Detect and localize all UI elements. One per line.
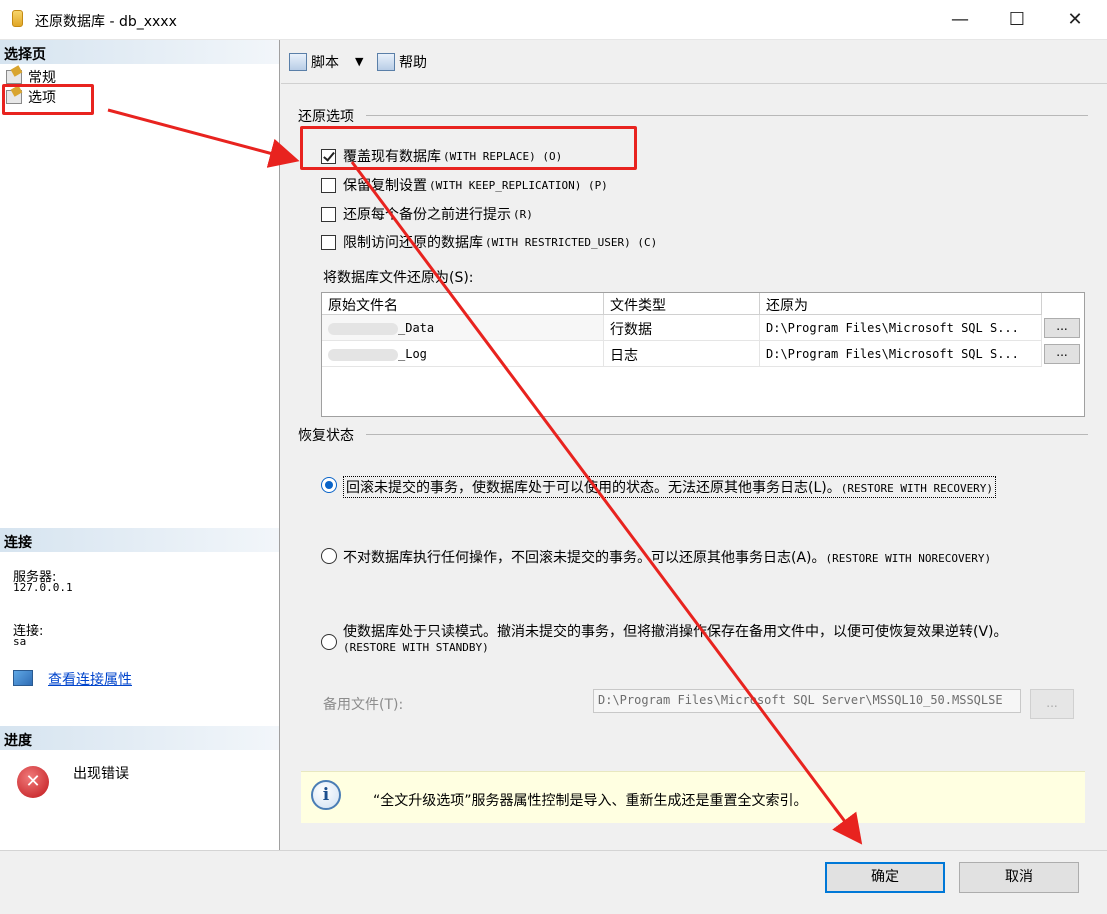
info-banner: i “全文升级选项”服务器属性控制是导入、重新生成还是重置全文索引。 bbox=[301, 771, 1085, 823]
browse-button[interactable]: ... bbox=[1044, 344, 1080, 364]
option-label-en: (R) bbox=[513, 207, 533, 221]
close-button[interactable]: ✕ bbox=[1060, 8, 1090, 32]
main-panel: 脚本 ▼ 帮助 还原选项 覆盖现有数据库 (WITH REPLACE) (O) … bbox=[281, 40, 1107, 850]
option-label: 不对数据库执行任何操作，不回滚未提交的事务。可以还原其他事务日志(A)。 bbox=[343, 550, 826, 566]
option-label: 保留复制设置 bbox=[343, 178, 427, 194]
redacted-name bbox=[328, 348, 398, 361]
script-icon bbox=[289, 53, 307, 71]
option-restore-with-norecovery[interactable]: 不对数据库执行任何操作，不回滚未提交的事务。可以还原其他事务日志(A)。(RES… bbox=[321, 547, 991, 567]
ok-button[interactable]: 确定 bbox=[825, 862, 945, 893]
help-icon bbox=[377, 53, 395, 71]
option-label-en: (WITH KEEP_REPLICATION) (P) bbox=[429, 178, 608, 192]
table-cell-type: 日志 bbox=[604, 341, 760, 367]
option-label: 回滚未提交的事务，使数据库处于可以使用的状态。无法还原其他事务日志(L)。 bbox=[346, 480, 841, 496]
page-icon bbox=[6, 70, 22, 84]
annotation-highlight-replace bbox=[300, 126, 637, 170]
server-value: 127.0.0.1 bbox=[13, 581, 73, 594]
error-icon: ✕ bbox=[17, 766, 49, 798]
browse-button[interactable]: ... bbox=[1044, 318, 1080, 338]
table-row-data-name[interactable]: _Data bbox=[322, 315, 604, 341]
radio-standby[interactable] bbox=[321, 634, 337, 650]
option-label-en: (RESTORE WITH NORECOVERY) bbox=[825, 552, 992, 565]
script-button[interactable]: 脚本 bbox=[289, 52, 339, 72]
checkbox-prompt-before-restore[interactable] bbox=[321, 206, 336, 222]
restore-files-table: 原始文件名 文件类型 还原为 _Data 行数据 D:\Program File… bbox=[321, 292, 1085, 417]
restore-files-label: 将数据库文件还原为(S): bbox=[323, 270, 474, 286]
maximize-button[interactable]: ☐ bbox=[1002, 8, 1032, 32]
progress-header: 进度 bbox=[0, 726, 279, 750]
minimize-button[interactable]: — bbox=[945, 8, 975, 32]
column-header-file-type[interactable]: 文件类型 bbox=[604, 293, 760, 315]
help-button[interactable]: 帮助 bbox=[377, 52, 427, 72]
column-header-restore-as[interactable]: 还原为 bbox=[760, 293, 1042, 315]
recovery-state-title: 恢复状态 bbox=[298, 428, 354, 444]
standby-browse-button[interactable]: ... bbox=[1030, 689, 1074, 719]
restore-options-title: 还原选项 bbox=[298, 109, 354, 125]
left-panel: 选择页 常规 选项 连接 服务器: 127.0.0.1 连接: sa 查看连接属… bbox=[0, 40, 280, 850]
script-label: 脚本 bbox=[311, 55, 339, 71]
table-cell-type: 行数据 bbox=[604, 315, 760, 341]
option-restore-with-standby[interactable]: 使数据库处于只读模式。撤消未提交的事务，但将撤消操作保存在备用文件中，以便可使恢… bbox=[321, 625, 1061, 655]
title-bar: 还原数据库 - db_xxxx — ☐ ✕ bbox=[0, 0, 1107, 40]
progress-status: 出现错误 bbox=[73, 766, 129, 782]
option-prompt-before-restore[interactable]: 还原每个备份之前进行提示 (R) bbox=[321, 204, 533, 224]
annotation-highlight-options bbox=[2, 84, 94, 115]
info-text: “全文升级选项”服务器属性控制是导入、重新生成还是重置全文索引。 bbox=[373, 793, 808, 809]
help-label: 帮助 bbox=[399, 55, 427, 71]
cancel-button[interactable]: 取消 bbox=[959, 862, 1079, 893]
script-dropdown-arrow[interactable]: ▼ bbox=[355, 55, 363, 68]
database-icon bbox=[12, 10, 23, 27]
option-label-en: (RESTORE WITH RECOVERY) bbox=[840, 482, 994, 495]
table-row-log-name[interactable]: _Log bbox=[322, 341, 604, 367]
column-header-original-name[interactable]: 原始文件名 bbox=[322, 293, 604, 315]
option-label: 使数据库处于只读模式。撤消未提交的事务，但将撤消操作保存在备用文件中，以便可使恢… bbox=[343, 624, 1008, 640]
group-divider bbox=[366, 434, 1088, 435]
redacted-name bbox=[328, 322, 398, 335]
option-label-en: (RESTORE WITH STANDBY) bbox=[343, 641, 489, 654]
option-label: 限制访问还原的数据库 bbox=[343, 235, 483, 251]
radio-norecovery[interactable] bbox=[321, 548, 337, 564]
radio-recovery[interactable] bbox=[321, 477, 337, 493]
connection-header: 连接 bbox=[0, 528, 279, 552]
checkbox-restricted-user[interactable] bbox=[321, 234, 336, 250]
table-cell-restore-as[interactable]: D:\Program Files\Microsoft SQL S... bbox=[760, 315, 1042, 341]
option-restore-with-recovery[interactable]: 回滚未提交的事务，使数据库处于可以使用的状态。无法还原其他事务日志(L)。(RE… bbox=[321, 476, 997, 498]
option-label: 还原每个备份之前进行提示 bbox=[343, 207, 511, 223]
window-title: 还原数据库 - db_xxxx bbox=[35, 14, 177, 30]
option-keep-replication[interactable]: 保留复制设置 (WITH KEEP_REPLICATION) (P) bbox=[321, 175, 608, 195]
connection-value: sa bbox=[13, 635, 27, 648]
connection-properties-icon bbox=[13, 670, 33, 686]
table-cell-restore-as[interactable]: D:\Program Files\Microsoft SQL S... bbox=[760, 341, 1042, 367]
dialog-button-bar: 确定 取消 bbox=[0, 850, 1107, 914]
checkbox-keep-replication[interactable] bbox=[321, 177, 336, 193]
info-icon: i bbox=[311, 780, 341, 810]
select-page-header: 选择页 bbox=[0, 40, 279, 64]
option-label-en: (WITH RESTRICTED_USER) (C) bbox=[485, 235, 658, 249]
standby-file-input[interactable]: D:\Program Files\Microsoft SQL Server\MS… bbox=[593, 689, 1021, 713]
group-divider bbox=[366, 115, 1088, 116]
option-restricted-user[interactable]: 限制访问还原的数据库 (WITH RESTRICTED_USER) (C) bbox=[321, 232, 657, 252]
toolbar: 脚本 ▼ 帮助 bbox=[281, 40, 1107, 84]
standby-file-label: 备用文件(T): bbox=[323, 697, 404, 713]
view-connection-properties-link[interactable]: 查看连接属性 bbox=[48, 669, 132, 689]
